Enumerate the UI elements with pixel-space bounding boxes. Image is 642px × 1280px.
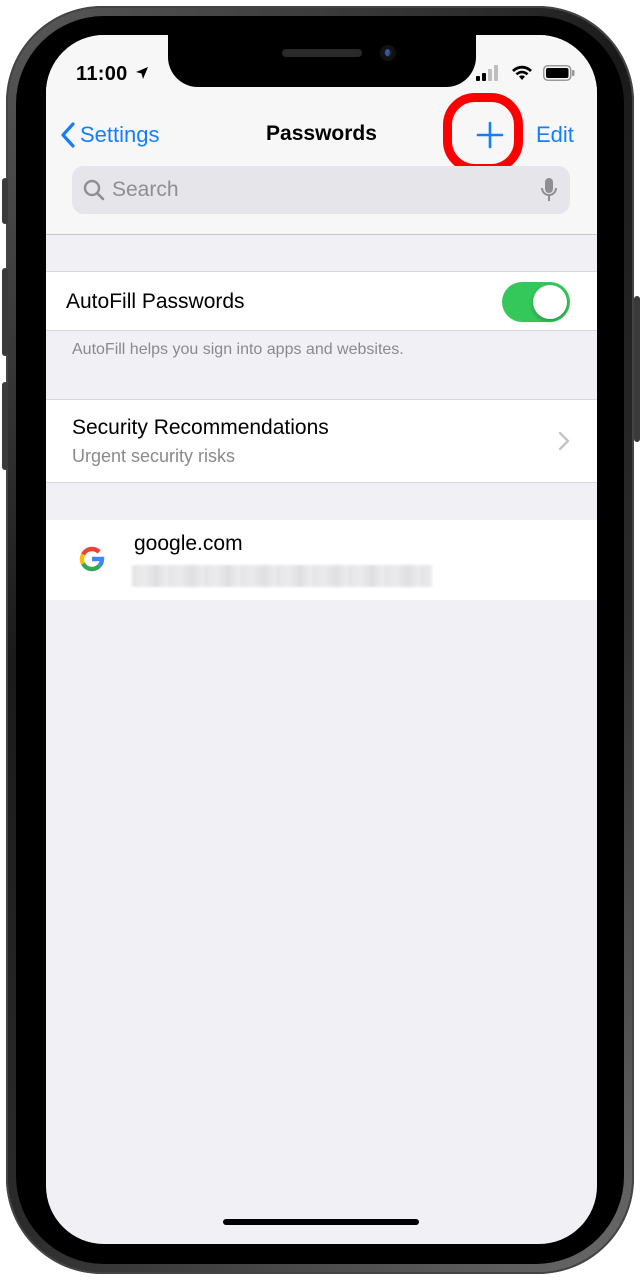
volume-up-button [2, 268, 8, 356]
chevron-right-icon [558, 431, 570, 451]
silent-switch [2, 178, 8, 224]
status-indicators [476, 65, 575, 81]
side-button [634, 296, 640, 442]
google-logo-icon [79, 546, 105, 572]
security-recommendations-subtitle: Urgent security risks [72, 446, 236, 466]
redacted-username [132, 565, 432, 587]
security-recommendations-title: Security Recommendations [72, 416, 329, 439]
speaker-grille [282, 49, 362, 57]
cellular-signal-icon [476, 65, 499, 81]
notch [168, 35, 476, 87]
autofill-row: AutoFill Passwords [46, 271, 597, 331]
status-time-text: 11:00 [76, 63, 128, 85]
search-placeholder: Search [112, 178, 179, 201]
wifi-icon [511, 65, 532, 80]
search-icon [83, 179, 105, 201]
security-recommendations-row[interactable]: Security Recommendations Urgent security… [46, 399, 597, 483]
battery-icon [543, 65, 575, 81]
screen: 11:00 Settings Passwords Edit Search Aut… [46, 35, 597, 1244]
microphone-icon[interactable] [540, 177, 558, 203]
autofill-footnote: AutoFill helps you sign into apps and we… [72, 341, 404, 358]
edit-button[interactable]: Edit [536, 122, 574, 148]
location-arrow-icon [136, 67, 149, 79]
list-item[interactable]: google.com [46, 520, 597, 600]
toggle-knob [533, 285, 567, 319]
site-label: google.com [134, 532, 243, 555]
front-camera [380, 45, 396, 61]
header-divider [46, 234, 597, 235]
status-time: 11:00 [76, 63, 149, 86]
volume-down-button [2, 382, 8, 470]
search-input[interactable]: Search [72, 166, 570, 214]
autofill-toggle[interactable] [502, 282, 570, 322]
home-indicator[interactable] [223, 1219, 419, 1225]
autofill-label: AutoFill Passwords [66, 290, 245, 313]
highlight-circle-annotation [443, 93, 523, 173]
